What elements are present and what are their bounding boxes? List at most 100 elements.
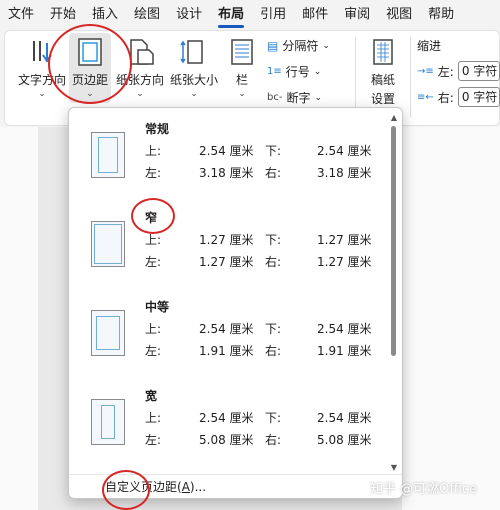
tab-draw[interactable]: 绘图 — [126, 0, 168, 30]
orientation-icon — [130, 39, 154, 65]
margins-button[interactable]: 页边距 ⌄ — [69, 33, 111, 103]
hyphenation-icon: bc- — [267, 92, 283, 103]
right-label: 右: — [265, 433, 282, 447]
chevron-down-icon: ⌄ — [136, 89, 144, 99]
tab-insert[interactable]: 插入 — [84, 0, 126, 30]
draft-paper-button[interactable]: 稿纸 设置 — [363, 37, 403, 107]
columns-button[interactable]: 栏 ⌄ — [227, 37, 257, 99]
right-value: 5.08 厘米 — [317, 433, 372, 447]
preset-name: 中等 — [145, 300, 170, 314]
line-numbers-button[interactable]: 1≡ 行号 ⌄ — [267, 63, 321, 80]
draft-paper-label-line2: 设置 — [370, 92, 395, 106]
page-size-icon — [180, 40, 203, 64]
custom-margins-prefix: 自定义页边距( — [105, 480, 182, 494]
dropdown-scrollbar[interactable]: ▲ ▼ — [388, 110, 400, 496]
preset-name: 宽 — [145, 389, 158, 403]
indent-right-label: 右: — [437, 90, 454, 105]
custom-margins-suffix: )... — [189, 480, 207, 494]
bottom-value: 1.27 厘米 — [317, 233, 372, 247]
tab-layout[interactable]: 布局 — [210, 0, 252, 30]
document-page — [0, 127, 38, 510]
columns-label: 栏 — [235, 73, 248, 87]
left-label: 左: — [145, 255, 162, 269]
page-preview-icon — [91, 310, 125, 356]
chevron-down-icon: ⌄ — [313, 66, 322, 77]
breaks-button[interactable]: ▤ 分隔符 ⌄ — [267, 37, 330, 54]
left-label: 左: — [145, 344, 162, 358]
preset-name: 窄 — [145, 211, 158, 225]
margin-preset-normal[interactable]: 常规 上: 2.54 厘米 下: 2.54 厘米 左: 3.18 厘米 右: 3… — [69, 120, 387, 208]
indent-right-input[interactable]: 0 字符 — [457, 87, 500, 107]
breaks-label: 分隔符 — [282, 39, 319, 53]
tab-references[interactable]: 引用 — [252, 0, 294, 30]
left-value: 3.18 厘米 — [199, 166, 254, 180]
indent-right-row: ≡← 右: 0 字符 — [417, 87, 500, 107]
tab-home[interactable]: 开始 — [42, 0, 84, 30]
scrollbar-thumb[interactable] — [391, 126, 396, 356]
bottom-value: 2.54 厘米 — [317, 144, 372, 158]
word-window: 文件 开始 插入 绘图 设计 布局 引用 邮件 审阅 视图 帮助 文字方向 ⌄ … — [0, 0, 500, 510]
group-separator — [410, 37, 411, 117]
chevron-down-icon: ⌄ — [190, 89, 198, 99]
custom-margins-accesskey: A — [181, 480, 190, 494]
tab-view[interactable]: 视图 — [378, 0, 420, 30]
left-label: 左: — [145, 433, 162, 447]
hyphenation-label: 断字 — [286, 91, 311, 105]
draft-paper-icon — [373, 39, 393, 65]
orientation-label: 纸张方向 — [115, 73, 164, 87]
bottom-label: 下: — [265, 144, 282, 158]
right-value: 1.91 厘米 — [317, 344, 372, 358]
preset-name: 常规 — [145, 122, 170, 136]
indent-right-icon: ≡← — [417, 91, 434, 103]
left-value: 5.08 厘米 — [199, 433, 254, 447]
margin-preset-moderate[interactable]: 中等 上: 2.54 厘米 下: 2.54 厘米 左: 1.91 厘米 右: 1… — [69, 298, 387, 386]
left-label: 左: — [145, 166, 162, 180]
size-button[interactable]: 纸张大小 ⌄ — [168, 37, 220, 99]
watermark: 知乎 @可燃Office — [370, 482, 478, 497]
left-value: 1.27 厘米 — [199, 255, 254, 269]
chevron-down-icon: ⌄ — [238, 89, 246, 99]
chevron-down-icon: ⌄ — [86, 89, 94, 99]
scroll-down-icon[interactable]: ▼ — [388, 462, 400, 474]
scroll-up-icon[interactable]: ▲ — [388, 112, 400, 124]
orientation-button[interactable]: 纸张方向 ⌄ — [115, 37, 165, 99]
page-preview-icon — [91, 132, 125, 178]
top-label: 上: — [145, 144, 162, 158]
right-label: 右: — [265, 344, 282, 358]
indent-group-label: 缩进 — [417, 39, 442, 53]
top-label: 上: — [145, 411, 162, 425]
page-preview-icon — [91, 221, 125, 267]
columns-icon — [231, 39, 253, 65]
chevron-down-icon: ⌄ — [314, 92, 323, 103]
size-label: 纸张大小 — [169, 73, 218, 87]
text-direction-icon — [33, 41, 52, 63]
text-direction-button[interactable]: 文字方向 ⌄ — [17, 37, 67, 99]
right-label: 右: — [265, 255, 282, 269]
margins-dropdown: 常规 上: 2.54 厘米 下: 2.54 厘米 左: 3.18 厘米 右: 3… — [68, 107, 403, 499]
top-value: 2.54 厘米 — [199, 411, 254, 425]
tab-help[interactable]: 帮助 — [420, 0, 462, 30]
tab-design[interactable]: 设计 — [168, 0, 210, 30]
bottom-label: 下: — [265, 233, 282, 247]
margins-label: 页边距 — [71, 73, 108, 87]
tab-file[interactable]: 文件 — [0, 0, 42, 30]
chevron-down-icon: ⌄ — [322, 40, 330, 51]
chevron-down-icon: ⌄ — [38, 89, 46, 99]
top-label: 上: — [145, 322, 162, 336]
right-value: 3.18 厘米 — [317, 166, 372, 180]
tab-review[interactable]: 审阅 — [336, 0, 378, 30]
hyphenation-button[interactable]: bc- 断字 ⌄ — [267, 89, 322, 106]
margin-preset-narrow[interactable]: 窄 上: 1.27 厘米 下: 1.27 厘米 左: 1.27 厘米 右: 1.… — [69, 209, 387, 297]
top-value: 1.27 厘米 — [199, 233, 254, 247]
indent-left-icon: →≡ — [417, 65, 434, 77]
top-value: 2.54 厘米 — [199, 144, 254, 158]
margin-preset-wide[interactable]: 宽 上: 2.54 厘米 下: 2.54 厘米 左: 5.08 厘米 右: 5.… — [69, 387, 387, 475]
text-direction-label: 文字方向 — [17, 73, 66, 87]
indent-left-input[interactable]: 0 字符 — [457, 61, 500, 81]
breaks-icon: ▤ — [267, 38, 279, 53]
custom-margins-button[interactable]: 自定义页边距(A)... — [69, 474, 402, 498]
tab-mailings[interactable]: 邮件 — [294, 0, 336, 30]
page-preview-icon — [91, 399, 125, 445]
bottom-label: 下: — [265, 322, 282, 336]
indent-left-row: →≡ 左: 0 字符 — [417, 61, 500, 81]
